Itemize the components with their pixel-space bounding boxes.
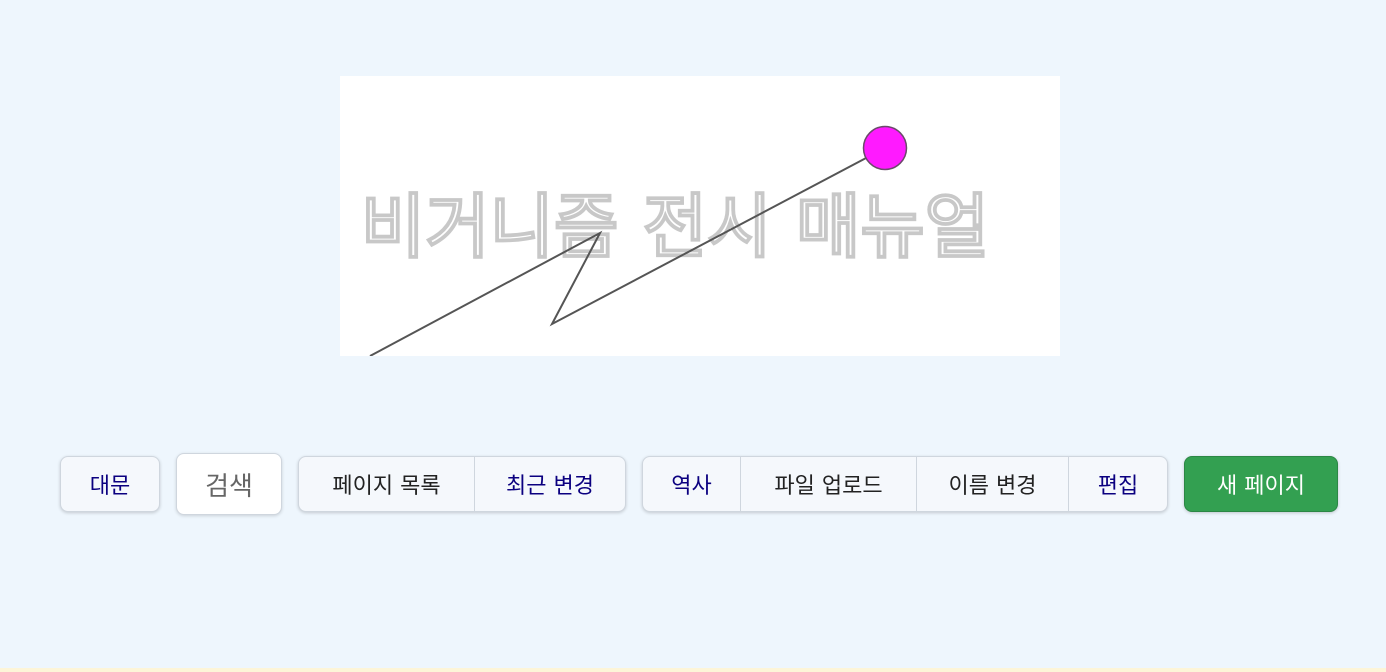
recent-changes-button[interactable]: 최근 변경 <box>475 457 625 511</box>
rename-button[interactable]: 이름 변경 <box>917 457 1069 511</box>
main-page-group: 대문 <box>60 456 160 512</box>
new-page-button[interactable]: 새 페이지 <box>1184 456 1338 512</box>
page-tools-group: 역사 파일 업로드 이름 변경 편집 <box>642 456 1168 512</box>
pages-group: 페이지 목록 최근 변경 <box>298 456 626 512</box>
logo-graphic: 비거니즘 전시 매뉴얼 <box>360 125 990 356</box>
main-page-button[interactable]: 대문 <box>61 457 159 511</box>
file-upload-button[interactable]: 파일 업로드 <box>741 457 917 511</box>
search-button[interactable]: 검색 <box>176 453 282 515</box>
logo-dot <box>862 125 908 171</box>
site-logo[interactable]: 비거니즘 전시 매뉴얼 <box>340 76 1060 356</box>
bottom-notice-strip <box>0 668 1386 672</box>
logo-title: 비거니즘 전시 매뉴얼 <box>361 186 989 268</box>
history-button[interactable]: 역사 <box>643 457 741 511</box>
page-list-button[interactable]: 페이지 목록 <box>299 457 475 511</box>
edit-button[interactable]: 편집 <box>1069 457 1167 511</box>
top-nav: 대문 검색 페이지 목록 최근 변경 역사 파일 업로드 이름 변경 편집 새 … <box>60 452 1338 516</box>
